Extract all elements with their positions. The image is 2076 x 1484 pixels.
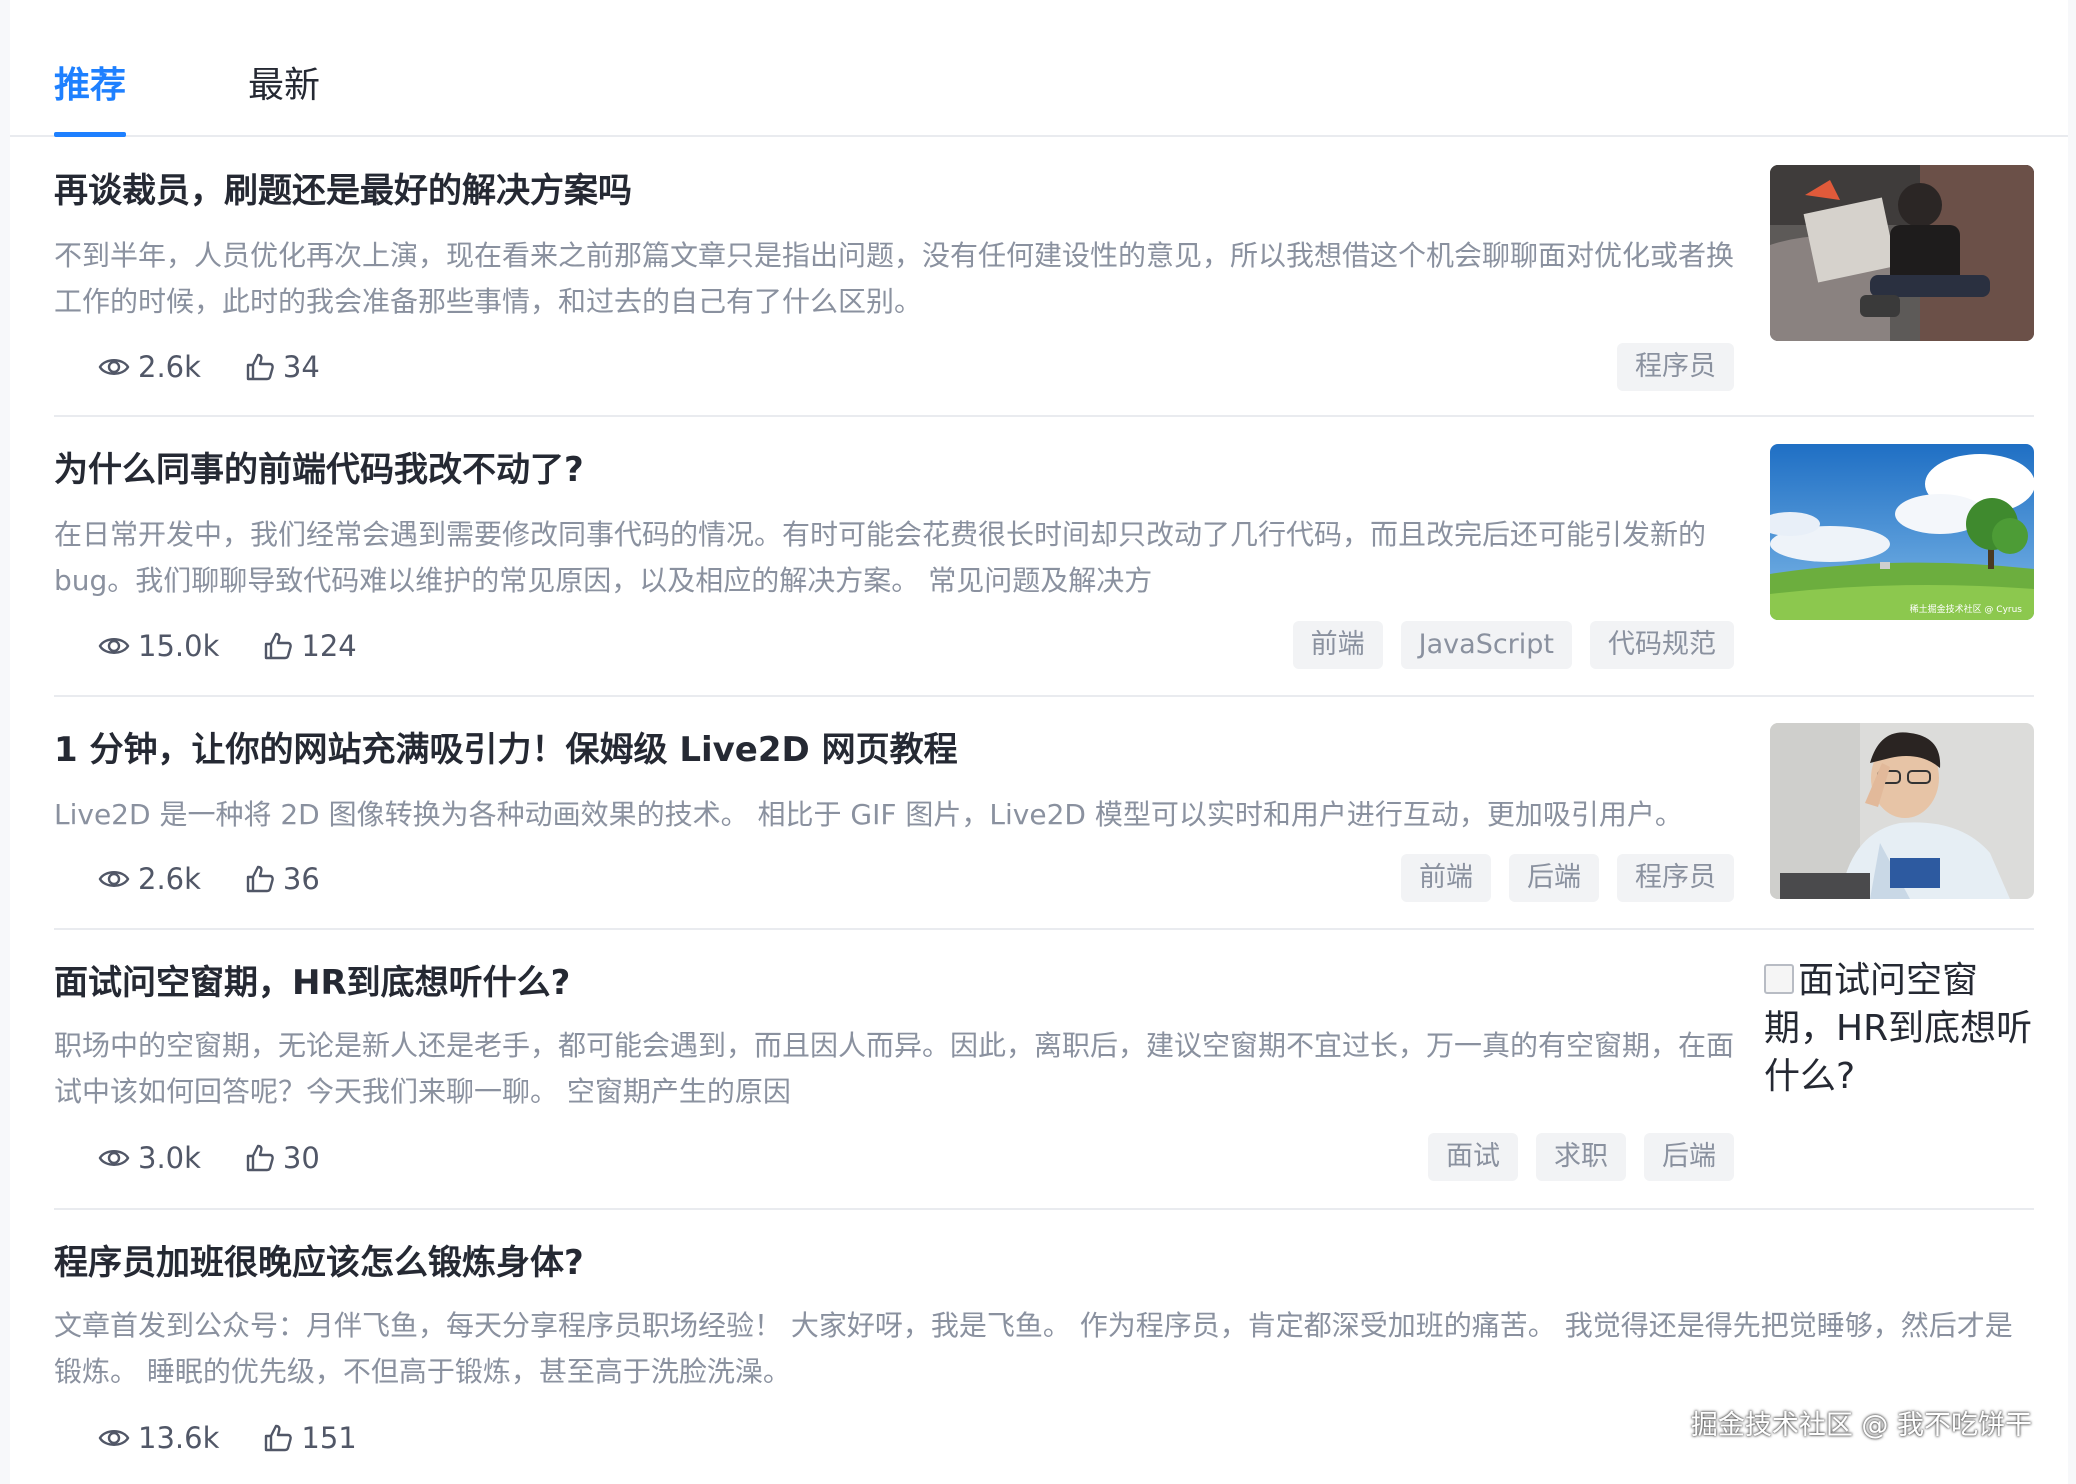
like-count[interactable]: 30: [245, 1141, 320, 1175]
article-tags: 前端 后端 程序员: [1383, 854, 1734, 902]
article-item[interactable]: 再谈裁员，刷题还是最好的解决方案吗 不到半年，人员优化再次上演，现在看来之前那篇…: [54, 137, 2034, 417]
article-abstract: Live2D 是一种将 2D 图像转换为各种动画效果的技术。 相比于 GIF 图…: [54, 798, 1683, 831]
view-count: 15.0k: [98, 629, 219, 663]
article-thumbnail-broken[interactable]: 面试问空窗期，HR到底想听什么?: [1764, 957, 2034, 1101]
tag[interactable]: 后端: [1509, 854, 1599, 902]
article-meta: 15.0k 124: [98, 626, 401, 666]
view-count-value: 13.6k: [138, 1421, 220, 1455]
tag[interactable]: 程序员: [1617, 343, 1734, 391]
view-count-value: 2.6k: [138, 350, 201, 384]
person-with-glasses-image: [1770, 723, 2034, 899]
thumbs-up-icon: [246, 1144, 274, 1172]
article-title[interactable]: 面试问空窗期，HR到底想听什么?: [54, 960, 570, 1006]
thumbs-up-icon: [265, 632, 293, 660]
eye-icon: [98, 1430, 130, 1446]
sky-meadow-image: 稀土掘金技术社区 @ Cyrus: [1770, 444, 2034, 620]
like-count-value: 36: [282, 862, 320, 896]
like-count-value: 30: [282, 1141, 320, 1175]
article-item[interactable]: 面试问空窗期，HR到底想听什么? 职场中的空窗期，无论是新人还是老手，都可能会遇…: [54, 930, 2034, 1210]
thumbs-up-icon: [265, 1424, 293, 1452]
thumbs-up-icon: [246, 353, 274, 381]
tag[interactable]: 求职: [1536, 1133, 1626, 1181]
article-thumbnail[interactable]: 稀土掘金技术社区 @ Cyrus: [1770, 444, 2034, 620]
article-meta: 13.6k 151: [98, 1418, 401, 1458]
view-count: 2.6k: [98, 862, 201, 896]
article-meta: 2.6k 36: [98, 859, 364, 899]
article-meta: 3.0k 30: [98, 1138, 364, 1178]
article-abstract: 文章首发到公众号：月伴飞鱼，每天分享程序员职场经验！ 大家好呀，我是飞鱼。 作为…: [54, 1309, 2013, 1388]
article-tags: 前端 JavaScript 代码规范: [1275, 621, 1734, 669]
article-meta: 2.6k 34: [98, 347, 364, 387]
article-item[interactable]: 为什么同事的前端代码我改不动了? 在日常开发中，我们经常会遇到需要修改同事代码的…: [54, 417, 2034, 697]
view-count: 2.6k: [98, 350, 201, 384]
article-tags: 面试 求职 后端: [1410, 1133, 1734, 1181]
view-count-value: 3.0k: [138, 1141, 201, 1175]
view-count: 13.6k: [98, 1421, 219, 1455]
eye-icon: [98, 359, 130, 375]
like-count-value: 151: [301, 1421, 357, 1455]
watermark: 掘金技术社区 @ 我不吃饼干: [1690, 1410, 2032, 1441]
article-item[interactable]: 1 分钟，让你的网站充满吸引力！保姆级 Live2D 网页教程 Live2D 是…: [54, 697, 2034, 930]
image-caption: 稀土掘金技术社区 @ Cyrus: [1910, 603, 2023, 615]
tag[interactable]: 前端: [1401, 854, 1491, 902]
thumbnail-alt-text: 面试问空窗期，HR到底想听什么?: [1764, 960, 2033, 1097]
newspaper-reader-image: [1770, 165, 2034, 341]
article-thumbnail[interactable]: [1770, 165, 2034, 341]
article-title[interactable]: 为什么同事的前端代码我改不动了?: [54, 447, 584, 493]
eye-icon: [98, 1150, 130, 1166]
tab-recommended[interactable]: 推荐: [54, 62, 127, 137]
like-count[interactable]: 36: [245, 862, 320, 896]
eye-icon: [98, 638, 130, 654]
tag[interactable]: 程序员: [1617, 854, 1734, 902]
feed-tabs: 推荐 最新: [10, 0, 2068, 137]
view-count: 3.0k: [98, 1141, 201, 1175]
article-title[interactable]: 再谈裁员，刷题还是最好的解决方案吗: [54, 168, 632, 214]
view-count-value: 15.0k: [138, 629, 220, 663]
tag[interactable]: JavaScript: [1400, 621, 1572, 669]
thumbs-up-icon: [246, 865, 274, 893]
view-count-value: 2.6k: [138, 862, 201, 896]
like-count[interactable]: 151: [263, 1421, 357, 1455]
like-count[interactable]: 124: [263, 629, 357, 663]
like-count-value: 34: [282, 350, 320, 384]
article-item[interactable]: 程序员加班很晚应该怎么锻炼身体? 文章首发到公众号：月伴飞鱼，每天分享程序员职场…: [54, 1210, 2034, 1484]
like-count[interactable]: 34: [245, 350, 320, 384]
article-feed-panel: 推荐 最新 再谈裁员，刷题还是最好的解决方案吗 不到半年，人员优化再次上演，现在…: [10, 0, 2068, 1484]
like-count-value: 124: [301, 629, 357, 663]
article-title[interactable]: 程序员加班很晚应该怎么锻炼身体?: [54, 1240, 584, 1286]
article-tags: 程序员: [1599, 343, 1734, 391]
tab-latest[interactable]: 最新: [248, 62, 320, 110]
tag[interactable]: 面试: [1428, 1133, 1518, 1181]
article-abstract: 不到半年，人员优化再次上演，现在看来之前那篇文章只是指出问题，没有任何建设性的意…: [54, 239, 1735, 318]
article-thumbnail[interactable]: [1770, 723, 2034, 899]
article-abstract: 职场中的空窗期，无论是新人还是老手，都可能会遇到，而且因人而异。因此，离职后，建…: [54, 1029, 1735, 1108]
broken-image-icon: [1764, 964, 1794, 994]
tag[interactable]: 代码规范: [1590, 621, 1734, 669]
tag[interactable]: 后端: [1644, 1133, 1734, 1181]
eye-icon: [98, 871, 130, 887]
article-title[interactable]: 1 分钟，让你的网站充满吸引力！保姆级 Live2D 网页教程: [54, 727, 958, 773]
tag[interactable]: 前端: [1292, 621, 1383, 669]
article-abstract: 在日常开发中，我们经常会遇到需要修改同事代码的情况。有时可能会花费很长时间却只改…: [54, 518, 1707, 597]
